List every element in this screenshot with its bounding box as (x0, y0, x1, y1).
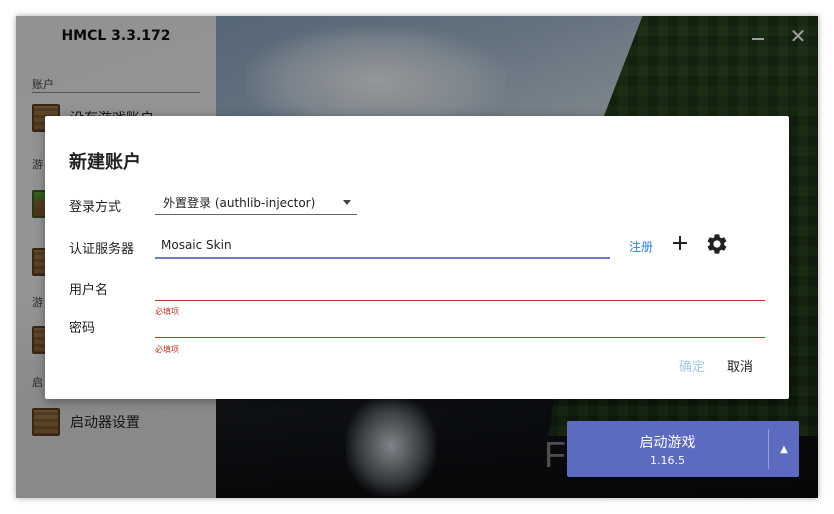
login-method-select[interactable]: 外置登录 (authlib-injector) (155, 190, 357, 215)
caret-down-icon (343, 199, 351, 205)
password-error: 必填项 (155, 345, 179, 354)
login-method-label: 登录方式 (69, 200, 122, 215)
add-server-button[interactable] (669, 232, 691, 254)
launcher-window: HMCL 3.3.172 账户 没有游戏账户 游 游 启 启动器设置 (16, 16, 818, 498)
password-input[interactable] (155, 313, 765, 338)
register-link[interactable]: 注册 (629, 238, 653, 255)
gear-icon (707, 234, 727, 254)
plus-icon (673, 236, 687, 250)
auth-server-value: Mosaic Skin (161, 238, 232, 252)
password-label: 密码 (69, 321, 96, 336)
launch-game-main[interactable]: 启动游戏 1.16.5 (567, 421, 768, 477)
auth-server-label: 认证服务器 (69, 242, 135, 257)
username-input[interactable] (155, 276, 765, 301)
launch-game-button[interactable]: 启动游戏 1.16.5 ▲ (567, 421, 799, 477)
manage-servers-button[interactable] (705, 232, 729, 256)
dialog-title: 新建账户 (69, 152, 141, 173)
launch-menu-button[interactable]: ▲ (769, 421, 799, 477)
launch-title: 启动游戏 (639, 434, 696, 451)
cancel-button[interactable]: 取消 (727, 356, 753, 375)
chevron-up-icon: ▲ (780, 443, 788, 455)
login-method-value: 外置登录 (authlib-injector) (163, 195, 316, 210)
confirm-button[interactable]: 确定 (679, 356, 705, 375)
username-label: 用户名 (69, 283, 109, 298)
new-account-dialog: 新建账户 登录方式 外置登录 (authlib-injector) 认证服务器 … (45, 116, 789, 399)
auth-server-select[interactable]: Mosaic Skin (155, 233, 610, 259)
launch-version: 1.16.5 (650, 453, 685, 467)
